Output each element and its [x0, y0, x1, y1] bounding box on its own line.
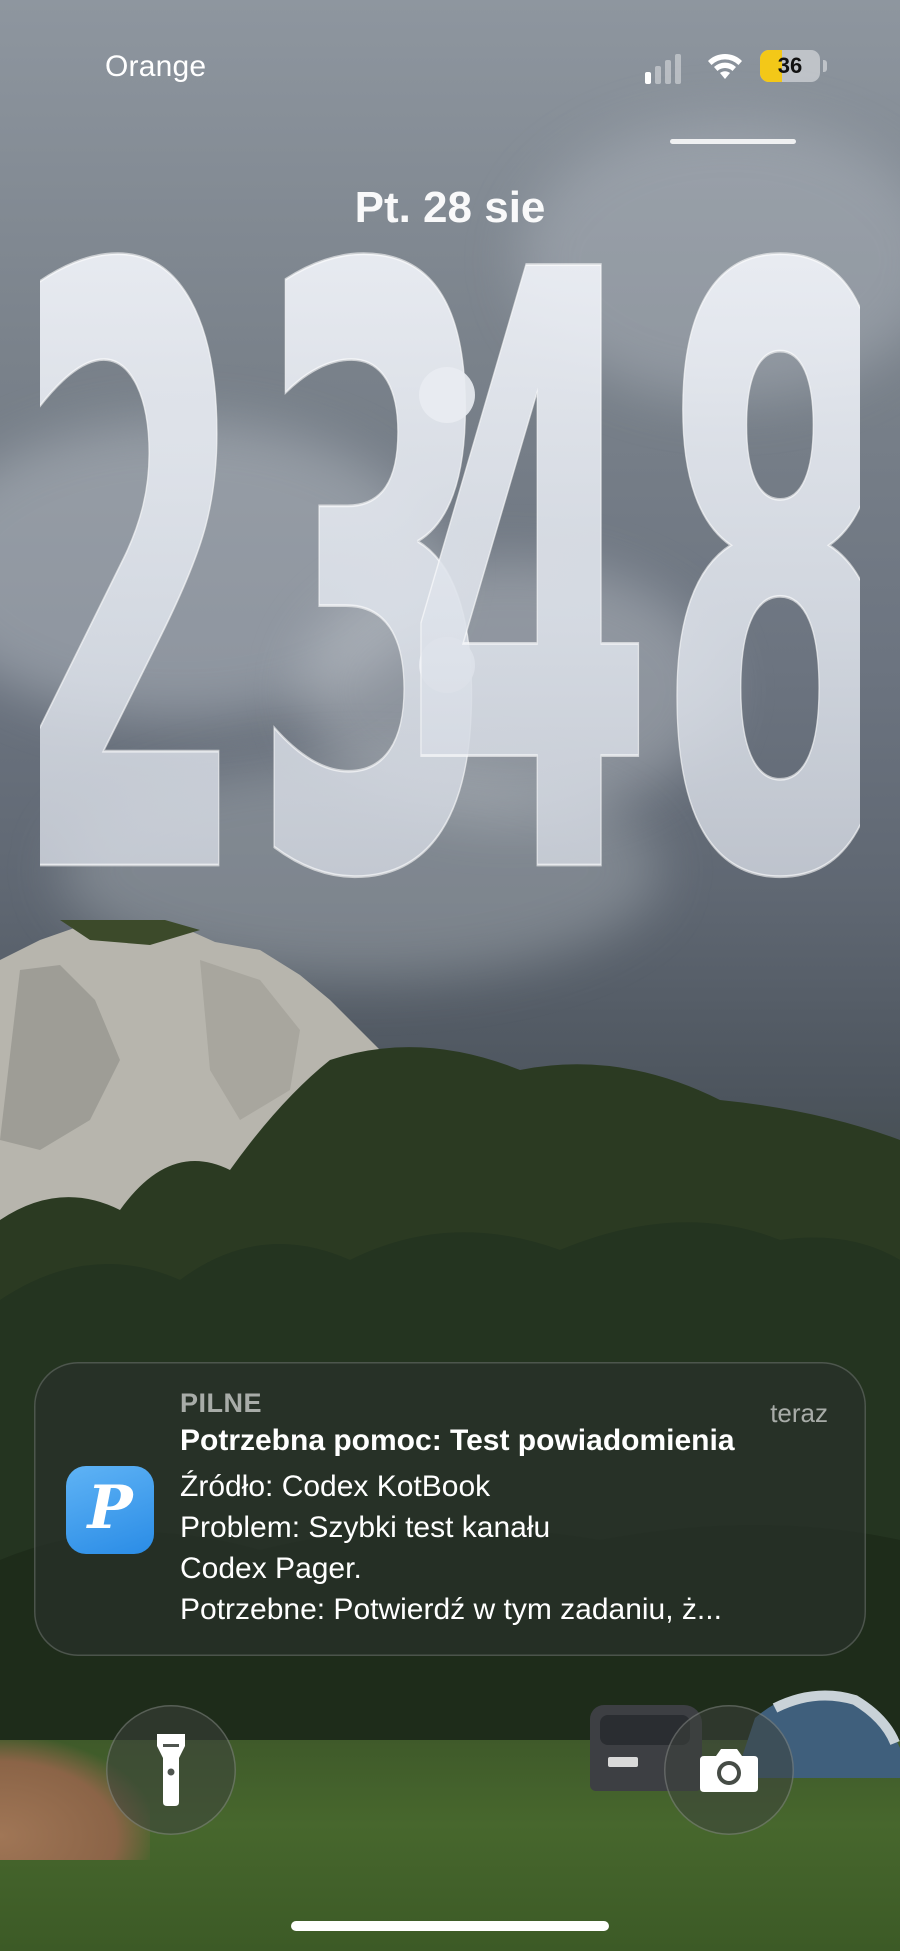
- battery-percent: 36: [777, 53, 803, 78]
- notification-body-line: Codex Pager.: [180, 1552, 362, 1585]
- flashlight-icon: [157, 1734, 185, 1806]
- carrier-name: Orange: [105, 50, 207, 83]
- notification-card[interactable]: P PILNE teraz Potrzebna pomoc: Test powi…: [34, 1362, 866, 1656]
- status-bar: Orange 36: [0, 40, 900, 144]
- battery-indicator: 36: [760, 50, 827, 82]
- notification-title: Potrzebna pomoc: Test powiadomienia: [180, 1424, 735, 1457]
- clock-minutes: 48: [405, 235, 860, 1059]
- app-icon-letter: P: [87, 1473, 133, 1543]
- home-indicator[interactable]: [291, 1921, 609, 1931]
- notification-timestamp: teraz: [770, 1398, 828, 1428]
- notification-body: Źródło: Codex KotBook Problem: Szybki te…: [180, 1466, 722, 1630]
- camera-icon: [700, 1749, 758, 1792]
- notification-body-line: Źródło: Codex KotBook: [180, 1470, 491, 1503]
- notification-category: PILNE: [180, 1388, 263, 1418]
- lock-date: Pt. 28 sie: [354, 183, 546, 232]
- flashlight-button[interactable]: [106, 1705, 236, 1835]
- notification-body-line: Potrzebne: Potwierdź w tym zadaniu, ż...: [180, 1593, 722, 1626]
- notification-body-line: Problem: Szybki test kanału: [180, 1511, 551, 1544]
- cellular-signal-icon: [645, 54, 681, 84]
- camera-button[interactable]: [664, 1705, 794, 1835]
- status-indicator-bar: [670, 139, 796, 144]
- lock-clock: 23 48: [40, 235, 860, 1060]
- wifi-icon: [708, 53, 742, 79]
- pager-app-icon: P: [66, 1466, 154, 1554]
